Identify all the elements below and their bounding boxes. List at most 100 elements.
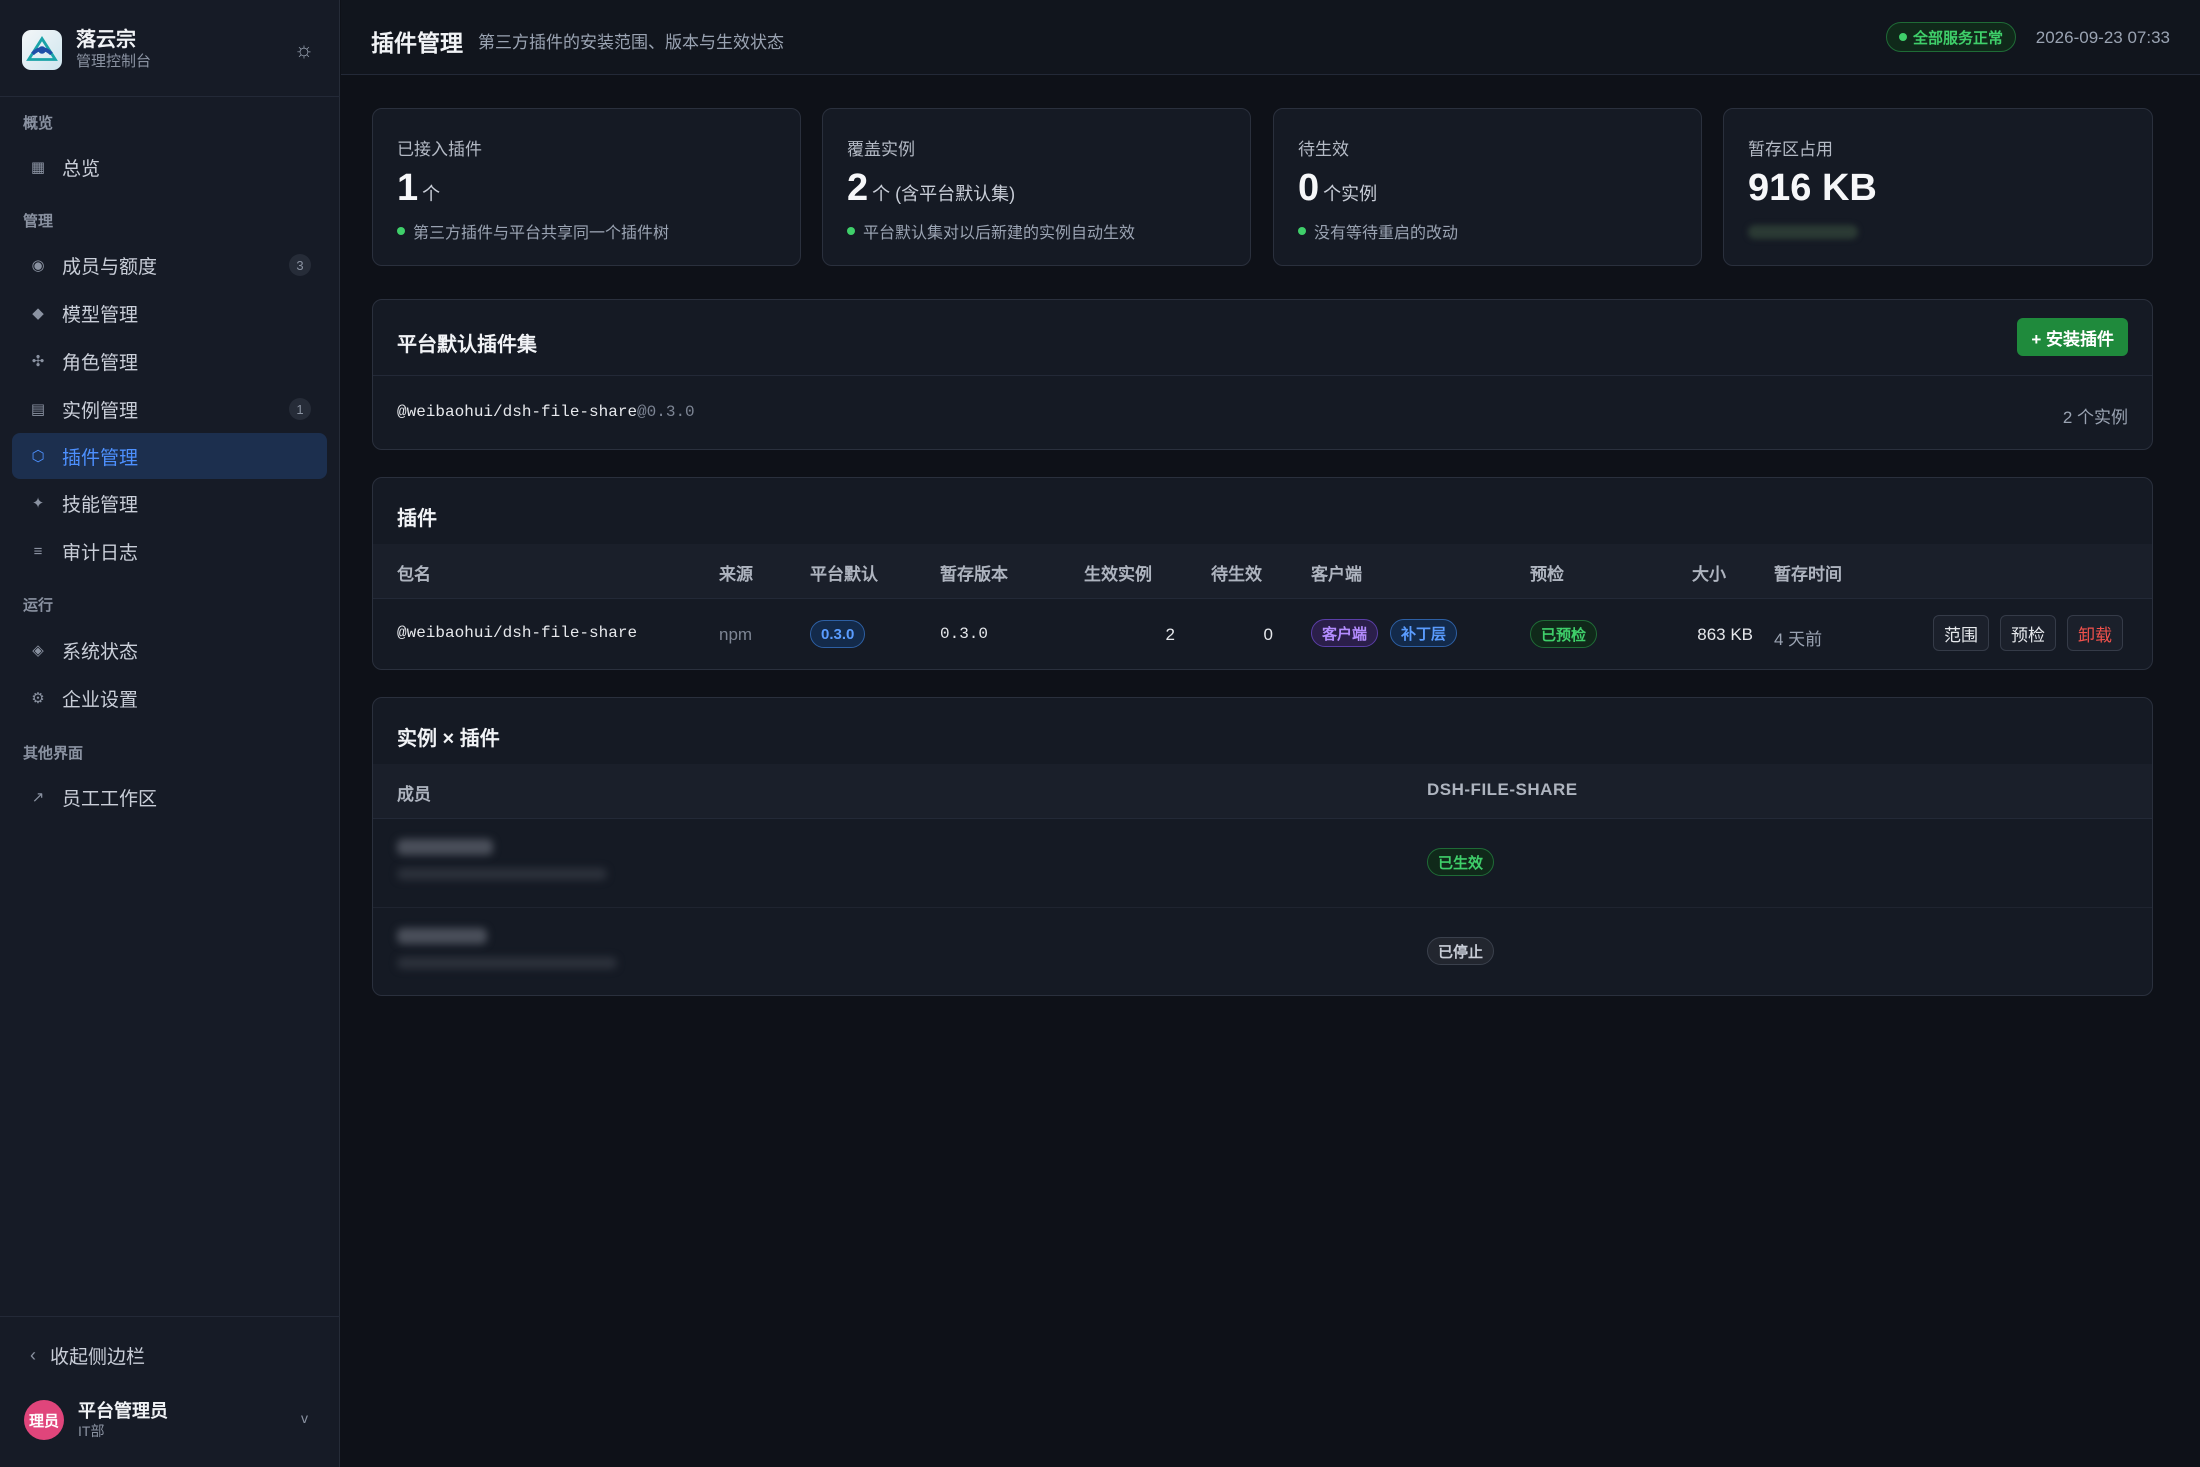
app-logo <box>22 30 62 70</box>
precheck-button[interactable]: 预检 <box>2000 615 2056 651</box>
grid-icon: ▦ <box>30 159 46 176</box>
status-badge: 全部服务正常 <box>1885 22 2016 52</box>
col-header: 暂存版本 <box>940 565 1008 584</box>
stat-card-plugins: 已接入插件 1个 第三方插件与平台共享同一个插件树 <box>372 108 801 266</box>
plugin-icon: ⬡ <box>31 448 45 465</box>
instance-plugin-matrix-card: 实例 × 插件 成员 DSH-FILE-SHARE 已生效 已停止 <box>372 697 2153 996</box>
pending-count: 0 <box>1263 625 1273 644</box>
status-badge: 已停止 <box>1427 937 1495 965</box>
sidebar-item-label: 企业设置 <box>62 689 139 711</box>
sidebar-item-system-status[interactable]: ◈ 系统状态 <box>12 627 327 673</box>
sidebar-item-instances[interactable]: ▤ 实例管理 1 <box>12 386 327 432</box>
count-badge: 1 <box>289 398 311 420</box>
col-header: 暂存时间 <box>1774 565 1842 584</box>
col-header: 预检 <box>1530 565 1564 584</box>
stat-note: 第三方插件与平台共享同一个插件树 <box>397 219 669 243</box>
sidebar-item-label: 系统状态 <box>62 641 139 663</box>
page-subtitle: 第三方插件的安装范围、版本与生效状态 <box>478 33 784 52</box>
default-plugin-set-card: 平台默认插件集 + 安装插件 @weibaohui/dsh-file-share… <box>372 299 2153 450</box>
divider <box>373 598 2152 599</box>
sidebar-item-label: 角色管理 <box>62 352 139 374</box>
user-dept: IT部 <box>78 1423 105 1439</box>
user-menu[interactable]: 理员 平台管理员 IT部 v <box>24 1396 320 1444</box>
section-title: 实例 × 插件 <box>397 728 500 750</box>
sidebar-item-enterprise-settings[interactable]: ⚙ 企业设置 <box>12 675 327 721</box>
sidebar-item-label: 审计日志 <box>62 542 139 564</box>
redacted-note <box>1748 225 1858 239</box>
sidebar-item-roles[interactable]: ✣ 角色管理 <box>12 338 327 384</box>
instance-count: 2 个实例 <box>2062 408 2128 427</box>
table-header <box>373 764 2152 818</box>
stat-label: 已接入插件 <box>397 140 482 159</box>
nav-group-other: 其他界面 <box>23 745 84 762</box>
sidebar-item-audit-log[interactable]: ≡ 审计日志 <box>12 528 327 574</box>
brand[interactable]: 落云宗 管理控制台 ☼ <box>22 22 318 78</box>
stat-card-instances: 覆盖实例 2个 (含平台默认集) 平台默认集对以后新建的实例自动生效 <box>822 108 1251 266</box>
install-plugin-button[interactable]: + 安装插件 <box>2017 318 2128 356</box>
stat-value: 916 KB <box>1748 167 1877 209</box>
section-title: 平台默认插件集 <box>397 334 537 356</box>
default-package[interactable]: @weibaohui/dsh-file-share@0.3.0 <box>397 403 695 421</box>
sidebar-item-label: 成员与额度 <box>62 256 158 278</box>
collapse-sidebar-button[interactable]: ‹ 收起侧边栏 <box>30 1342 145 1369</box>
sidebar-item-workspace[interactable]: ↗ 员工工作区 <box>12 774 327 820</box>
skill-icon: ✦ <box>31 495 45 512</box>
sidebar-item-models[interactable]: ◆ 模型管理 <box>12 290 327 336</box>
plugins-card: 插件 包名 来源 平台默认 暂存版本 生效实例 待生效 客户端 预检 大小 暂存… <box>372 477 2153 670</box>
table-header <box>373 544 2152 598</box>
app-name: 落云宗 <box>76 29 136 51</box>
app-subtitle: 管理控制台 <box>76 53 152 70</box>
sidebar-item-label: 实例管理 <box>62 400 139 422</box>
scope-button[interactable]: 范围 <box>1933 615 1989 651</box>
precheck-badge: 已预检 <box>1530 620 1598 648</box>
theme-toggle-icon[interactable]: ☼ <box>290 36 318 64</box>
sidebar-item-plugins[interactable]: ⬡ 插件管理 <box>12 433 327 479</box>
count-badge: 3 <box>289 254 311 276</box>
divider <box>373 818 2152 819</box>
external-link-icon: ↗ <box>31 789 45 806</box>
nav-group-manage: 管理 <box>23 213 54 230</box>
settings-icon: ⚙ <box>31 690 45 707</box>
stat-card-pending: 待生效 0 个实例 没有等待重启的改动 <box>1273 108 1702 266</box>
active-count: 2 <box>1165 625 1175 644</box>
col-header: DSH-FILE-SHARE <box>1427 780 1578 799</box>
member-icon: ◉ <box>31 257 45 274</box>
sidebar-item-label: 员工工作区 <box>62 788 158 810</box>
sidebar-item-overview[interactable]: ▦ 总览 <box>12 144 327 190</box>
uninstall-button[interactable]: 卸载 <box>2067 615 2123 651</box>
sidebar-item-label: 模型管理 <box>62 304 139 326</box>
redacted-member-detail <box>397 957 617 969</box>
stat-label: 暂存区占用 <box>1748 140 1833 159</box>
divider <box>373 375 2152 376</box>
sidebar-item-skills[interactable]: ✦ 技能管理 <box>12 480 327 526</box>
sidebar-item-label: 插件管理 <box>62 447 139 469</box>
col-header: 成员 <box>397 785 431 804</box>
log-icon: ≡ <box>33 542 43 560</box>
avatar: 理员 <box>24 1400 64 1440</box>
staged-version: 0.3.0 <box>940 625 989 643</box>
stat-value: 2个 (含平台默认集) <box>847 167 1016 209</box>
client-badge: 客户端 <box>1311 619 1379 647</box>
col-header: 待生效 <box>1211 565 1262 584</box>
page-title: 插件管理 <box>371 30 463 56</box>
sidebar-item-label: 总览 <box>62 158 101 180</box>
source: npm <box>719 625 753 644</box>
sidebar-item-members[interactable]: ◉ 成员与额度 3 <box>12 242 327 288</box>
divider <box>0 96 340 97</box>
staged-time: 4 天前 <box>1774 630 1823 649</box>
sidebar: 落云宗 管理控制台 ☼ 概览 ▦ 总览 管理 ◉ 成员与额度 3 ◆ 模型管理 ✣ 角色管… <box>0 0 340 1467</box>
package-name[interactable]: @weibaohui/dsh-file-share <box>397 624 637 642</box>
size: 863 KB <box>1697 625 1753 644</box>
collapse-label: 收起侧边栏 <box>50 1347 146 1368</box>
redacted-member-detail <box>397 868 607 880</box>
section-title: 插件 <box>397 508 437 530</box>
status-badge: 已生效 <box>1427 848 1495 876</box>
patch-layer-badge: 补丁层 <box>1390 619 1458 647</box>
nav-group-overview: 概览 <box>23 115 54 132</box>
stat-label: 覆盖实例 <box>847 140 915 159</box>
redacted-member-name <box>397 839 493 855</box>
status-dot-icon <box>1898 33 1907 41</box>
stat-card-staging: 暂存区占用 916 KB <box>1723 108 2153 266</box>
col-header: 客户端 <box>1311 565 1362 584</box>
divider <box>0 1316 340 1317</box>
